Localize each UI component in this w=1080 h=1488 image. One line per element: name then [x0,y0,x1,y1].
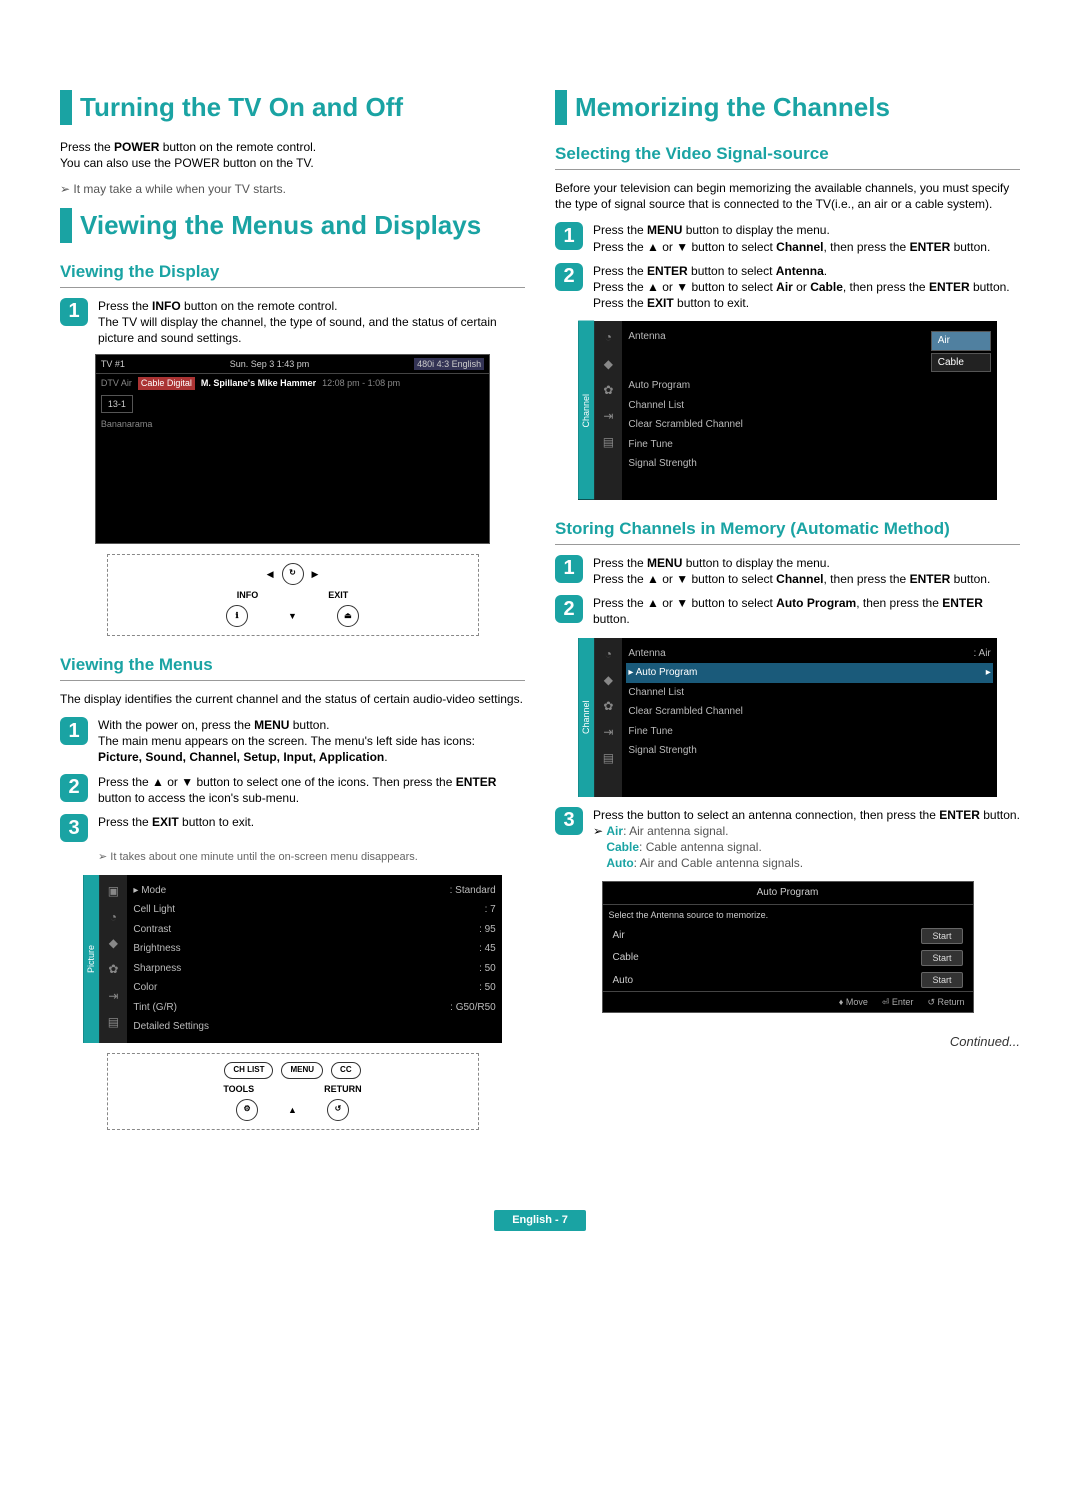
menu-note: It takes about one minute until the on-s… [98,850,525,865]
store-step-1: 1 Press the MENU button to display the m… [555,555,1020,587]
info-icon: ℹ [226,605,248,627]
menus-intro: The display identifies the current chann… [60,691,525,707]
display-step-1: 1 Press the INFO button on the remote co… [60,298,525,347]
channel-icon: ◆ [109,935,118,951]
exit-icon: ⏏ [337,605,359,627]
start-auto-button: Start [921,972,962,988]
chlist-button: CH LIST [224,1062,273,1079]
left-column: Turning the TV On and Off Press the POWE… [60,80,525,1140]
sound-icon: ◔ [110,909,117,925]
nav-right-icon: ▶ [312,568,319,580]
subsection-viewing-display: Viewing the Display [60,261,525,288]
nav-left-icon: ◀ [267,568,274,580]
nav-center-icon: ↻ [282,563,304,585]
air-option: Air [931,331,991,351]
power-paragraph: Press the POWER button on the remote con… [60,139,525,171]
return-icon: ↺ [327,1099,349,1121]
application-icon: ▤ [108,1014,119,1030]
cable-option: Cable [931,353,991,373]
section-viewing-menus: Viewing the Menus and Displays [60,208,525,243]
setup-icon: ✿ [108,961,118,977]
continued-label: Continued... [555,1033,1020,1051]
picture-menu-screenshot: Picture ▣ ◔ ◆ ✿ ⇥ ▤ ▸ Mode: Standard Cel… [83,875,502,1043]
menu-step-3: 3 Press the EXIT button to exit. [60,814,525,842]
channel-menu-screenshot: Channel ◔ ◆ ✿ ⇥ ▤ Antenna Air Cable Auto… [578,321,997,500]
application-icon: ▤ [603,434,614,450]
nav-up-icon: ▲ [288,1104,297,1116]
nav-down-icon: ▼ [288,610,297,622]
input-icon: ⇥ [108,988,118,1004]
power-note: It may take a while when your TV starts. [60,181,525,197]
cc-button: CC [331,1062,361,1079]
menu-step-2: 2 Press the ▲ or ▼ button to select one … [60,774,525,806]
step-number-1: 1 [60,298,88,326]
start-cable-button: Start [921,950,962,966]
right-column: Memorizing the Channels Selecting the Vi… [555,80,1020,1140]
source-step-1: 1 Press the MENU button to display the m… [555,222,1020,254]
menu-step-1: 1 With the power on, press the MENU butt… [60,717,525,766]
subsection-viewing-menus: Viewing the Menus [60,654,525,681]
auto-program-dialog: Auto Program Select the Antenna source t… [602,881,974,1013]
info-display-screenshot: TV #1 Sun. Sep 3 1:43 pm 480i 4:3 Englis… [95,354,490,544]
store-step-2: 2 Press the ▲ or ▼ button to select Auto… [555,595,1020,627]
remote-info-diagram: ◀ ↻ ▶ INFO EXIT ℹ ▼ ⏏ [107,554,479,636]
input-icon: ⇥ [603,408,613,424]
picture-icon: ◔ [605,329,612,345]
subsection-storing: Storing Channels in Memory (Automatic Me… [555,518,1020,545]
setup-icon: ✿ [603,382,613,398]
remote-menu-diagram: CH LIST MENU CC TOOLS RETURN ⚙ ▲ ↺ [107,1053,479,1130]
channel-icon: ◆ [604,356,613,372]
source-intro: Before your television can begin memoriz… [555,180,1020,212]
picture-icon: ▣ [108,883,119,899]
menu-button: MENU [281,1062,323,1079]
subsection-signal-source: Selecting the Video Signal-source [555,143,1020,170]
source-step-2: 2 Press the ENTER button to select Anten… [555,263,1020,312]
store-step-3: 3 Press the button to select an antenna … [555,807,1020,872]
channel-menu-autoprogram-screenshot: Channel ◔◆✿⇥▤ Antenna: Air ▸ Auto Progra… [578,638,997,797]
tools-icon: ⚙ [236,1099,258,1121]
section-memorizing: Memorizing the Channels [555,90,1020,125]
section-turning-tv: Turning the TV On and Off [60,90,525,125]
start-air-button: Start [921,928,962,944]
page-footer: English - 7 [0,1210,1080,1231]
